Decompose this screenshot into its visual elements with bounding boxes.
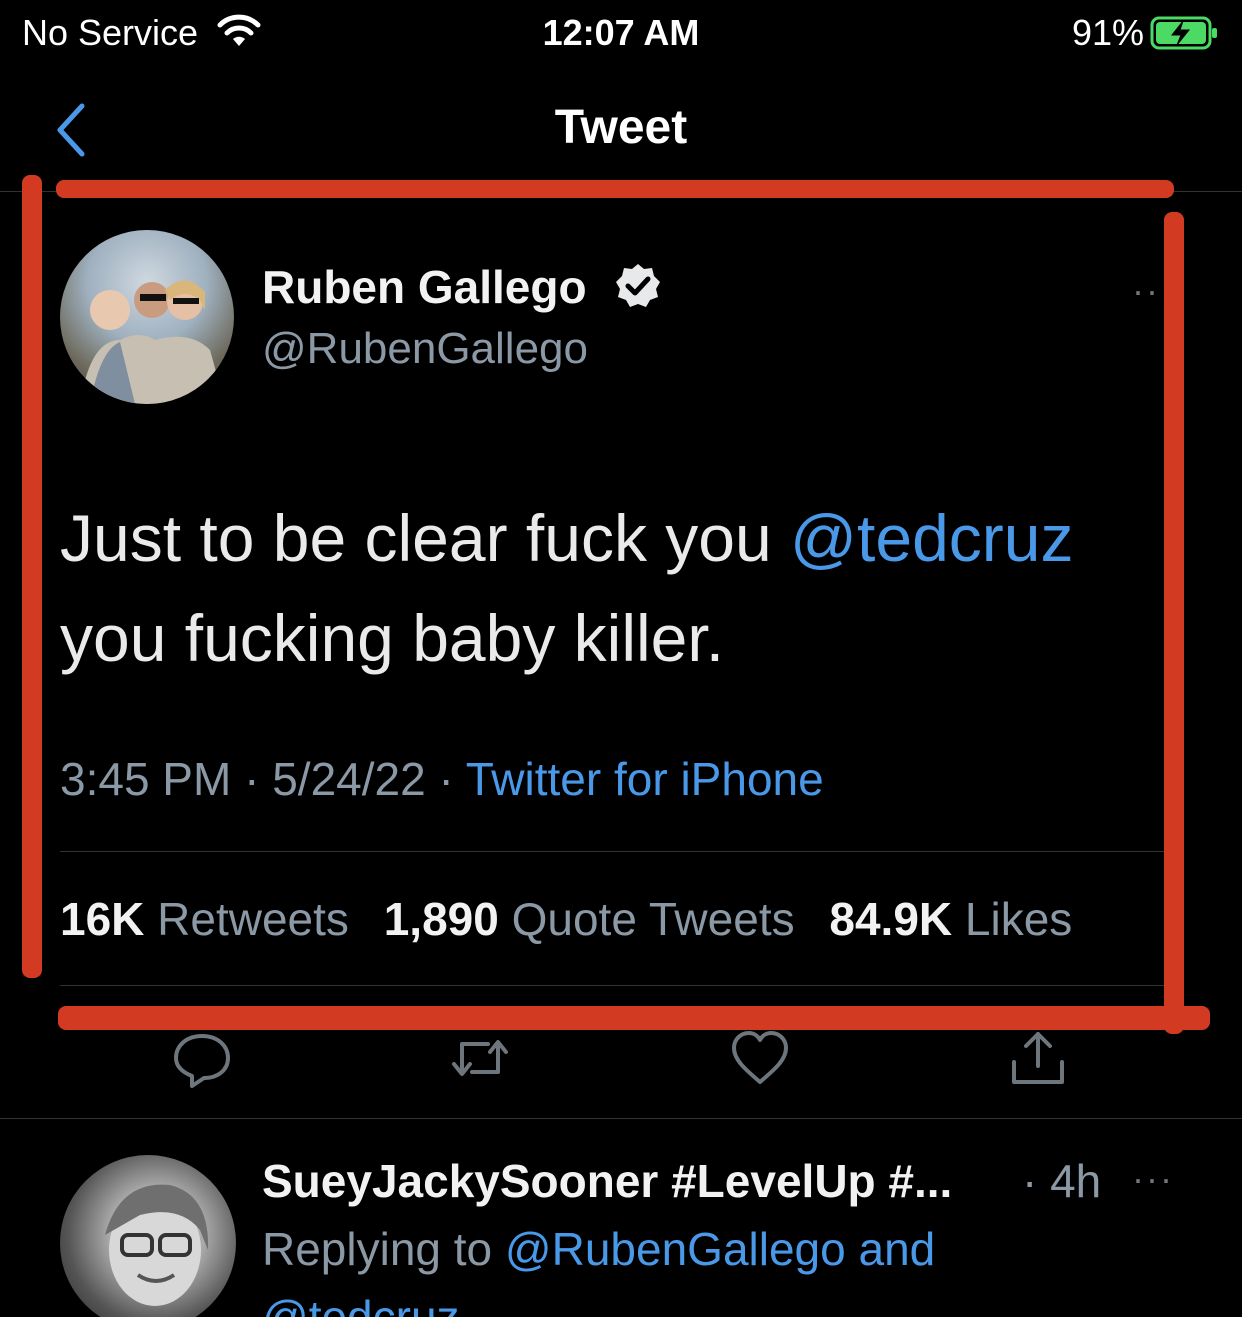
quote-tweets-stat[interactable]: 1,890 Quote Tweets [384,893,795,945]
replying-to-prefix: Replying to [262,1223,505,1275]
battery-percentage: 91% [1071,12,1144,53]
like-heart-icon[interactable] [728,1026,792,1090]
replying-to-mention-clipped[interactable]: @tedcruz [262,1290,460,1317]
navigation-bar: Tweet [0,66,1242,192]
engagement-stats: 16K Retweets 1,890 Quote Tweets 84.9K Li… [60,892,1072,946]
likes-label: Likes [964,893,1073,945]
author-handle[interactable]: @RubenGallego [262,324,588,374]
clock: 12:07 AM [542,12,700,53]
quote-tweets-label: Quote Tweets [511,893,795,945]
replying-to-mentions[interactable]: @RubenGallego and [505,1223,935,1275]
tweet-text: Just to be clear fuck you @tedcruz you f… [60,488,1160,688]
retweets-count: 16K [60,893,145,945]
reply-author-name[interactable]: SueyJackySooner #LevelUp #... [262,1154,952,1208]
tweet-source-link[interactable]: Twitter for iPhone [466,753,824,805]
status-bar: No Service 12:07 AM 91% [0,0,1242,66]
reply-author-avatar[interactable] [60,1155,236,1317]
reply-timestamp: · 4h [1022,1155,1102,1207]
reply-more-options-icon[interactable]: ··· [1132,1158,1174,1200]
retweets-stat[interactable]: 16K Retweets [60,893,349,945]
annotation-line-top [56,180,1174,198]
quote-tweets-count: 1,890 [383,893,499,945]
retweet-icon[interactable] [448,1026,512,1090]
tweet-text-line1: Just to be clear fuck you [60,501,791,575]
section-separator [0,1118,1242,1119]
author-name[interactable]: Ruben Gallego [262,260,587,314]
likes-count: 84.9K [829,893,953,945]
share-icon[interactable] [1006,1026,1070,1090]
annotation-line-right [1164,212,1184,1034]
page-title: Tweet [554,101,688,154]
tweet-metadata: 3:45 PM · 5/24/22 · Twitter for iPhone [60,752,824,806]
tweet-date: 5/24/22 [272,753,426,805]
replying-to-line: Replying to @RubenGallego and [262,1222,935,1276]
tweet-text-line2: you fucking baby killer. [60,601,725,675]
meta-separator: · [231,753,273,805]
mention-link[interactable]: @tedcruz [790,501,1073,575]
divider [60,851,1166,852]
verified-badge-icon [614,262,662,315]
battery-charging-icon [1150,16,1220,55]
annotation-line-bottom [58,1006,1210,1030]
author-avatar[interactable] [60,230,234,404]
likes-stat[interactable]: 84.9K Likes [829,893,1072,945]
reply-icon[interactable] [170,1026,234,1090]
annotation-line-left [22,175,42,978]
tweet-time: 3:45 PM [60,753,232,805]
divider [60,985,1166,986]
meta-separator: · [425,753,466,805]
retweets-label: Retweets [157,893,349,945]
